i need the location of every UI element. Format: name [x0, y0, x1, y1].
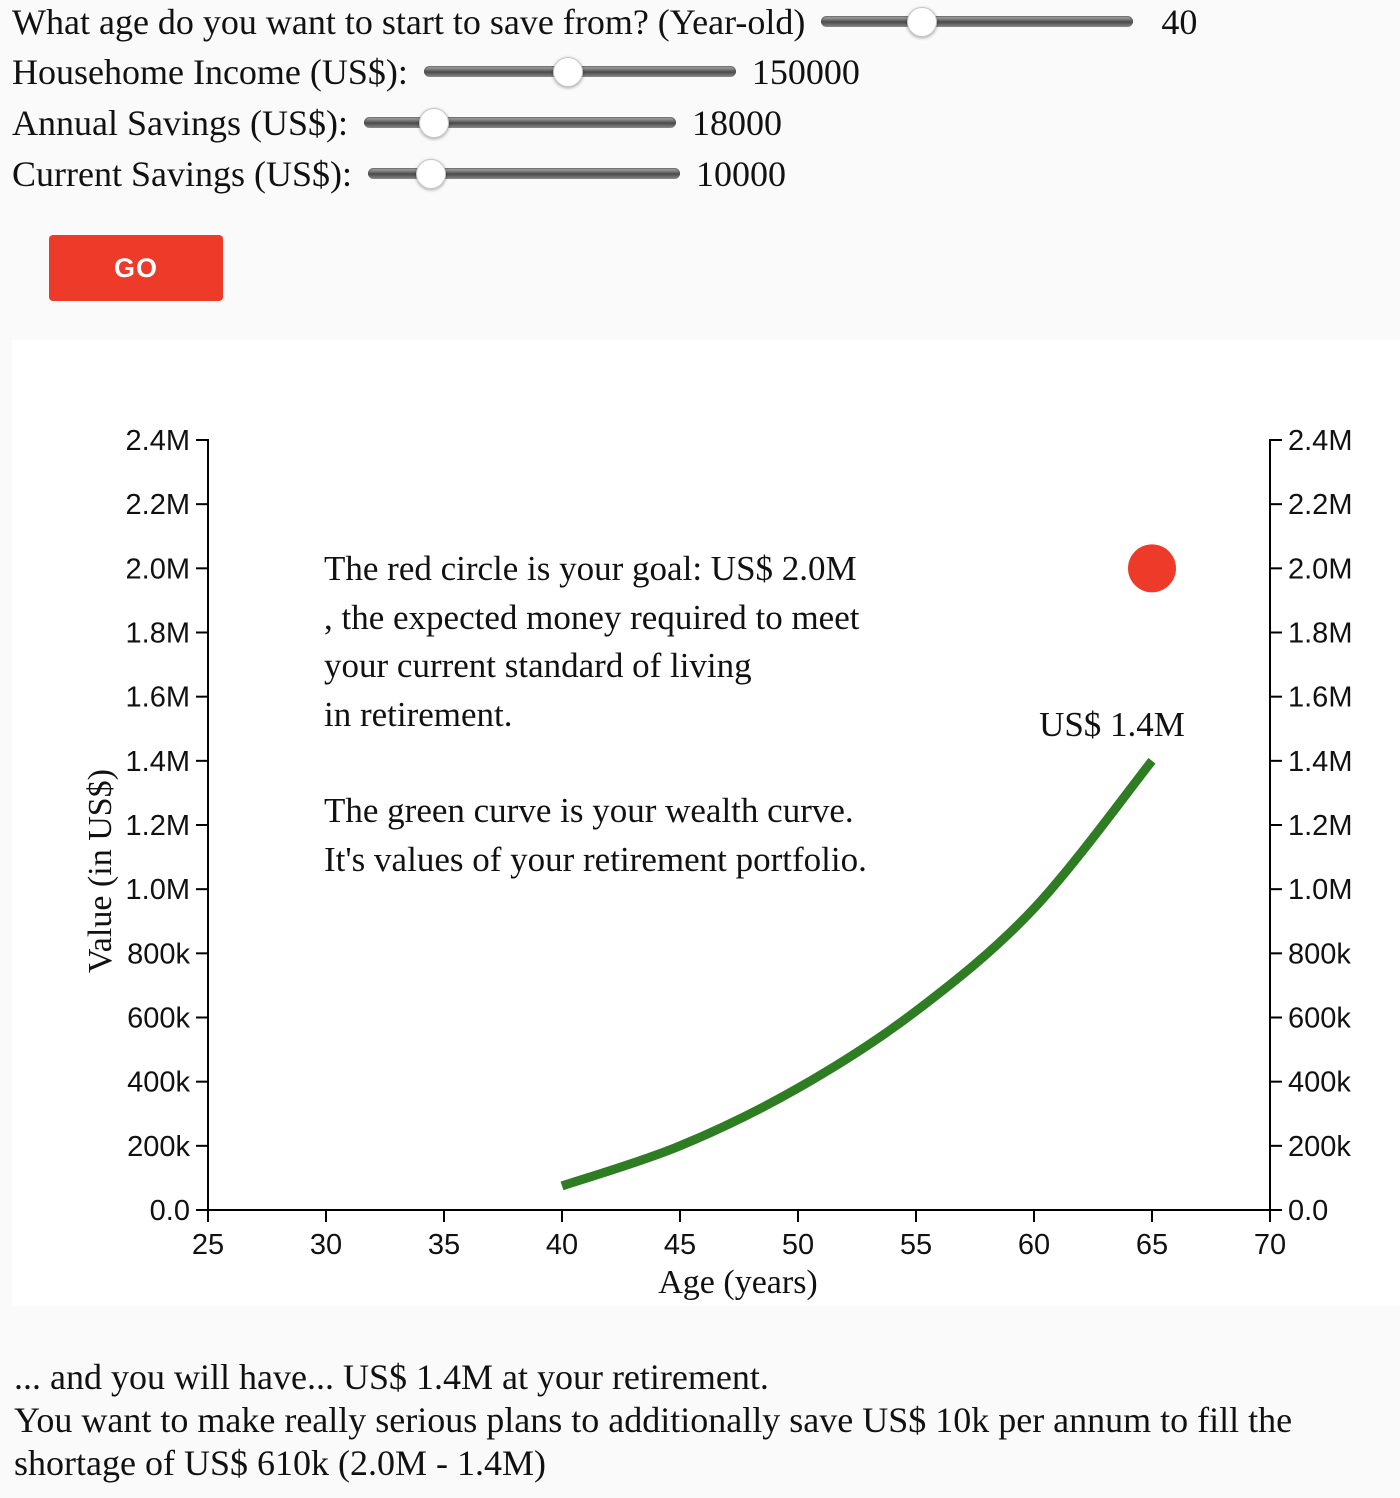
y-tick-label-left: 200k: [127, 1131, 190, 1163]
annotation-line: your current standard of living: [324, 646, 752, 685]
income-label: Househome Income (US$):: [12, 52, 408, 92]
y-tick-label-right: 800k: [1288, 938, 1351, 970]
age-slider-track[interactable]: [821, 16, 1134, 27]
wealth-chart: 0.0 0.0 200k 200k 400k 400k 600k 600k 800k 800k 1.…: [82, 425, 1352, 1301]
x-tick-label: 25: [192, 1229, 224, 1261]
y-tick-label-right: 1.0M: [1288, 874, 1352, 906]
annual-savings-value: 18000: [692, 103, 782, 143]
y-tick-label-right: 0.0: [1288, 1195, 1328, 1227]
y-tick-label-right: 1.8M: [1288, 618, 1352, 650]
y-tick-label-left: 400k: [127, 1067, 190, 1099]
y-tick-label-left: 1.0M: [126, 874, 190, 906]
annual-savings-slider-track[interactable]: [364, 117, 676, 128]
y-tick-label-right: 200k: [1288, 1131, 1351, 1163]
y-tick-label-right: 600k: [1288, 1003, 1351, 1035]
annotation-line: , the expected money required to meet: [324, 598, 860, 637]
annual-savings-control: Annual Savings (US$): 18000: [12, 101, 782, 145]
x-tick-label: 55: [900, 1229, 932, 1261]
annotation-line: The green curve is your wealth curve.: [324, 791, 854, 830]
annual-savings-slider-thumb[interactable]: [418, 108, 449, 138]
x-tick-label: 40: [546, 1229, 578, 1261]
x-tick-label: 65: [1136, 1229, 1168, 1261]
goal-circle: [1128, 544, 1176, 593]
x-tick-label: 50: [782, 1229, 814, 1261]
y-tick-label-right: 2.2M: [1288, 489, 1352, 521]
y-tick-label-left: 1.8M: [126, 618, 190, 650]
y-tick-label-left: 1.6M: [126, 682, 190, 714]
income-slider[interactable]: [423, 57, 736, 87]
age-slider-thumb[interactable]: [907, 7, 938, 37]
chart-panel: 0.0 0.0 200k 200k 400k 400k 600k 600k 800k 800k 1.…: [12, 340, 1400, 1306]
age-label: What age do you want to start to save fr…: [12, 2, 806, 42]
current-savings-control: Current Savings (US$): 10000: [12, 152, 786, 196]
income-control: Househome Income (US$): 150000: [12, 50, 860, 94]
y-tick-label-left: 0.0: [150, 1195, 190, 1227]
income-value: 150000: [751, 52, 860, 92]
income-slider-thumb[interactable]: [553, 57, 584, 87]
age-slider[interactable]: [821, 7, 1134, 37]
current-savings-slider-track[interactable]: [367, 168, 680, 179]
y-tick-label-right: 2.4M: [1288, 425, 1352, 457]
annotation-line: in retirement.: [324, 695, 513, 734]
age-control: What age do you want to start to save fr…: [12, 0, 1197, 44]
wealth-end-label: US$ 1.4M: [1039, 705, 1185, 744]
y-tick-label-right: 1.2M: [1288, 810, 1352, 842]
x-tick-label: 60: [1018, 1229, 1050, 1261]
y-tick-label-left: 800k: [127, 938, 190, 970]
age-value: 40: [1161, 2, 1198, 42]
summary-line-2: You want to make really serious plans to…: [14, 1400, 1293, 1483]
summary-line-1: ... and you will have... US$ 1.4M at you…: [14, 1357, 769, 1397]
y-tick-label-left: 2.4M: [126, 425, 190, 457]
x-tick-label: 45: [664, 1229, 696, 1261]
y-tick-label-left: 2.0M: [126, 553, 190, 585]
y-tick-label-right: 2.0M: [1288, 553, 1352, 585]
x-axis-line: [207, 1209, 1271, 1222]
y-tick-label-right: 1.4M: [1288, 746, 1352, 778]
current-savings-slider-thumb[interactable]: [416, 159, 447, 189]
annual-savings-slider[interactable]: [364, 108, 676, 138]
y-tick-label-right: 1.6M: [1288, 682, 1352, 714]
y-axis-title: Value (in US$): [82, 769, 119, 973]
current-savings-slider[interactable]: [367, 159, 680, 189]
y-tick-label-left: 2.2M: [126, 489, 190, 521]
current-savings-value: 10000: [695, 154, 786, 194]
x-axis-title: Age (years): [658, 1264, 818, 1301]
x-tick-label: 30: [310, 1229, 342, 1261]
x-tick-label: 70: [1254, 1229, 1286, 1261]
y-tick-label-right: 400k: [1288, 1067, 1351, 1099]
y-tick-label-left: 1.4M: [126, 746, 190, 778]
y-tick-label-left: 600k: [127, 1003, 190, 1035]
y-tick-label-left: 1.2M: [126, 810, 190, 842]
annotation-layer: The red circle is your goal: US$ 2.0M , t…: [324, 549, 867, 879]
current-savings-label: Current Savings (US$):: [12, 154, 352, 194]
go-button[interactable]: GO: [49, 235, 223, 301]
annotation-line: The red circle is your goal: US$ 2.0M: [324, 549, 857, 588]
annotation-line: It's values of your retirement portfolio…: [324, 840, 867, 879]
x-tick-label: 35: [428, 1229, 460, 1261]
annual-savings-label: Annual Savings (US$):: [12, 103, 348, 143]
